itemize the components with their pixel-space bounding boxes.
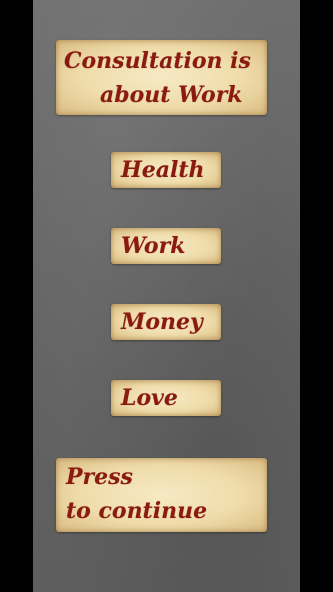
banner-line-1: Consultation is (64, 48, 251, 74)
app-screen: Consultation is about Work Health Work M… (0, 0, 333, 592)
option-money-button[interactable]: Money (111, 304, 221, 340)
option-work-button[interactable]: Work (111, 228, 221, 264)
option-health-button[interactable]: Health (111, 152, 221, 188)
continue-line-1: Press (66, 464, 133, 490)
press-to-continue-button[interactable]: Press to continue (56, 458, 267, 532)
consultation-topic-banner: Consultation is about Work (56, 40, 267, 115)
banner-line-2: about Work (100, 82, 243, 108)
continue-line-2: to continue (66, 498, 208, 524)
option-love-button[interactable]: Love (111, 380, 221, 416)
